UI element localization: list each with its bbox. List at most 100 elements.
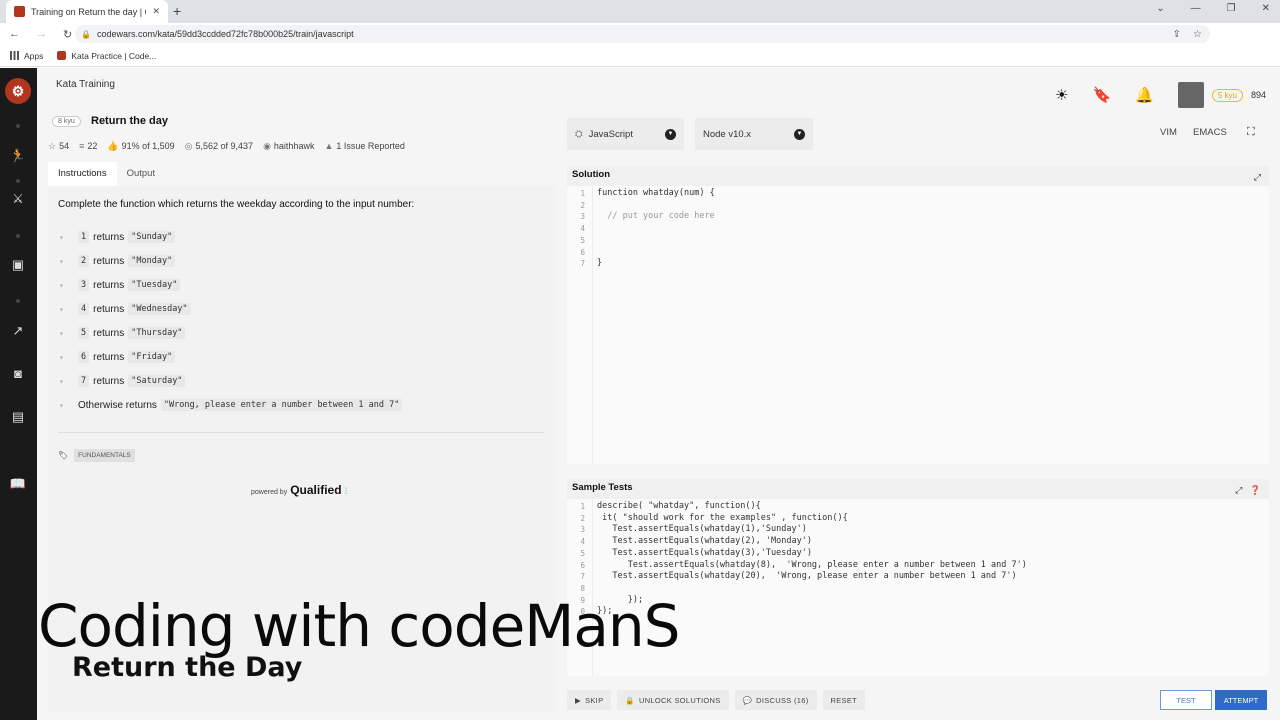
training-icon[interactable]: 🏃	[9, 147, 27, 165]
codewars-favicon-icon	[14, 6, 25, 17]
line-number: 6	[580, 247, 585, 257]
bookmark-apps[interactable]: Apps	[10, 51, 43, 61]
code-line: Test.assertEquals(whatday(3),'Tuesday')	[597, 547, 812, 558]
tag-fundamentals[interactable]: FUNDAMENTALS	[74, 449, 135, 462]
bookmark-kata-practice[interactable]: Kata Practice | Code...	[57, 51, 156, 61]
user-info[interactable]: 5 kyu 894	[1177, 82, 1266, 108]
code-line: it( "should work for the examples" , fun…	[597, 512, 848, 523]
description-lead: Complete the function which returns the …	[58, 199, 415, 210]
language-select[interactable]: ⛭ JavaScript ▼	[567, 118, 684, 150]
unlock-solutions-button[interactable]: 🔒 UNLOCK SOLUTIONS	[617, 690, 729, 710]
codewars-logo-icon[interactable]: ⚙	[5, 78, 31, 104]
line-number: 1	[580, 189, 585, 198]
author-stat[interactable]: ◉ haithhawk	[263, 141, 314, 152]
tab-search-icon[interactable]: ⌄	[1156, 3, 1164, 14]
url-bar[interactable]: 🔒 codewars.com/kata/59dd3ccdded72fc78b00…	[75, 25, 1210, 43]
day-value: "Friday"	[128, 351, 176, 363]
completed-count: 5,562 of 9,437	[195, 141, 254, 151]
app-sidebar: ⚙ 🏃 ⚔ ▣ ↗ ◙ ▤ 📖	[0, 68, 37, 720]
list-item: • 4 returns "Wednesday"	[60, 297, 540, 321]
url-text[interactable]: codewars.com/kata/59dd3ccdded72fc78b000b…	[97, 29, 354, 39]
line-number: 6	[580, 560, 585, 570]
list-item: • 1 returns "Sunday"	[60, 225, 540, 249]
skip-button[interactable]: ▶ SKIP	[567, 690, 612, 710]
bookmarks-bar: Apps Kata Practice | Code...	[0, 45, 1280, 67]
language-icon: ⛭	[575, 128, 583, 140]
leaderboard-icon[interactable]: ↗	[9, 322, 27, 340]
discuss-button[interactable]: 💬 DISCUSS (16)	[734, 690, 817, 710]
chat-icon[interactable]: ▤	[9, 408, 27, 426]
list-item: • 3 returns "Tuesday"	[60, 273, 540, 297]
solution-editor[interactable]: 1 function whatday(num) {2 3 // put your c…	[567, 186, 1269, 464]
dojo-icon[interactable]: ⚔	[9, 190, 27, 208]
collections-count: 22	[87, 141, 98, 151]
vim-mode-toggle[interactable]: VIM	[1160, 127, 1177, 138]
fullscreen-icon[interactable]: ⛶	[1247, 126, 1255, 139]
line-number: 7	[580, 572, 585, 582]
day-number: 4	[78, 303, 90, 315]
lock-icon: 🔒	[81, 29, 91, 39]
line-number: 5	[580, 235, 585, 245]
bullet: •	[60, 328, 63, 338]
address-bar-row: ← → ↻ 🔒 codewars.com/kata/59dd3ccdded72f…	[0, 23, 1280, 64]
powered-by-qualified[interactable]: powered by Qualified ⁝	[251, 483, 348, 497]
code-line: describe( "whatday", function(){	[597, 501, 761, 511]
share-icon[interactable]: ⇪	[1173, 29, 1181, 40]
unlock-label: UNLOCK SOLUTIONS	[639, 695, 721, 705]
codewars-favicon-icon	[57, 51, 67, 60]
forward-icon[interactable]: →	[36, 28, 47, 41]
bullet: •	[60, 352, 63, 362]
section-title: Kata Training	[56, 79, 115, 90]
bookmarks-icon[interactable]: 🔖	[1092, 86, 1111, 104]
minimize-icon[interactable]: —	[1191, 3, 1201, 14]
user-avatar[interactable]	[1177, 82, 1204, 108]
line-number: 7	[580, 259, 585, 269]
author-avatar-icon: ◉	[263, 141, 271, 151]
stars-stat[interactable]: ☆ 54	[48, 141, 69, 152]
reload-icon[interactable]: ↻	[63, 28, 72, 41]
tab-output[interactable]: Output	[117, 162, 166, 186]
close-window-icon[interactable]: ✕	[1262, 3, 1270, 14]
day-number: 1	[78, 231, 90, 243]
day-number: 7	[78, 375, 90, 387]
discord-icon[interactable]: ◙	[9, 365, 27, 383]
restore-icon[interactable]: ❐	[1227, 3, 1236, 14]
bullet: •	[60, 232, 63, 242]
skip-label: SKIP	[585, 695, 604, 705]
runtime-value: Node v10.x	[703, 128, 752, 140]
expand-icon[interactable]: ⤢	[1254, 168, 1261, 186]
solution-label: Solution	[572, 169, 610, 180]
issues-stat[interactable]: ▲ 1 Issue Reported	[324, 141, 404, 152]
theme-toggle-icon[interactable]: ☀	[1055, 86, 1068, 104]
issues-count: 1 Issue Reported	[336, 141, 405, 151]
notifications-bell-icon[interactable]: 🔔	[1135, 86, 1154, 104]
satisfaction-rating: 91% of 1,509	[121, 141, 175, 151]
line-number: 4	[580, 537, 585, 547]
expand-help-icons[interactable]: ⤢ ❓	[1235, 481, 1261, 499]
bookmark-star-icon[interactable]: ☆	[1193, 29, 1202, 40]
runtime-select[interactable]: Node v10.x ▼	[695, 118, 813, 150]
emacs-mode-toggle[interactable]: EMACS	[1193, 127, 1227, 138]
star-icon: ☆	[48, 141, 57, 151]
list-item: • 6 returns "Friday"	[60, 345, 540, 369]
line-number: 1	[580, 502, 585, 511]
nav-buttons: ← → ↻	[0, 28, 82, 41]
new-tab-icon[interactable]: +	[173, 3, 181, 19]
day-number: 2	[78, 255, 90, 267]
close-tab-icon[interactable]: ✕	[152, 6, 160, 17]
video-overlay-title: Coding with codeManS	[38, 592, 680, 660]
browser-tab[interactable]: Training on Return the day | Cod ✕	[6, 0, 168, 23]
skip-icon: ▶	[575, 695, 582, 705]
day-number: 3	[78, 279, 90, 291]
list-item: • 7 returns "Saturday"	[60, 369, 540, 393]
docs-book-icon[interactable]: 📖	[9, 475, 27, 493]
day-value: "Saturday"	[128, 375, 186, 387]
briefcase-icon[interactable]: ▣	[9, 256, 27, 274]
test-button[interactable]: TEST	[1160, 690, 1212, 710]
solution-header: Solution ⤢	[567, 166, 1269, 186]
back-icon[interactable]: ←	[9, 28, 20, 41]
divider	[58, 432, 544, 433]
attempt-button[interactable]: ATTEMPT	[1215, 690, 1267, 710]
reset-button[interactable]: RESET	[822, 690, 866, 710]
tab-instructions[interactable]: Instructions	[48, 162, 117, 186]
